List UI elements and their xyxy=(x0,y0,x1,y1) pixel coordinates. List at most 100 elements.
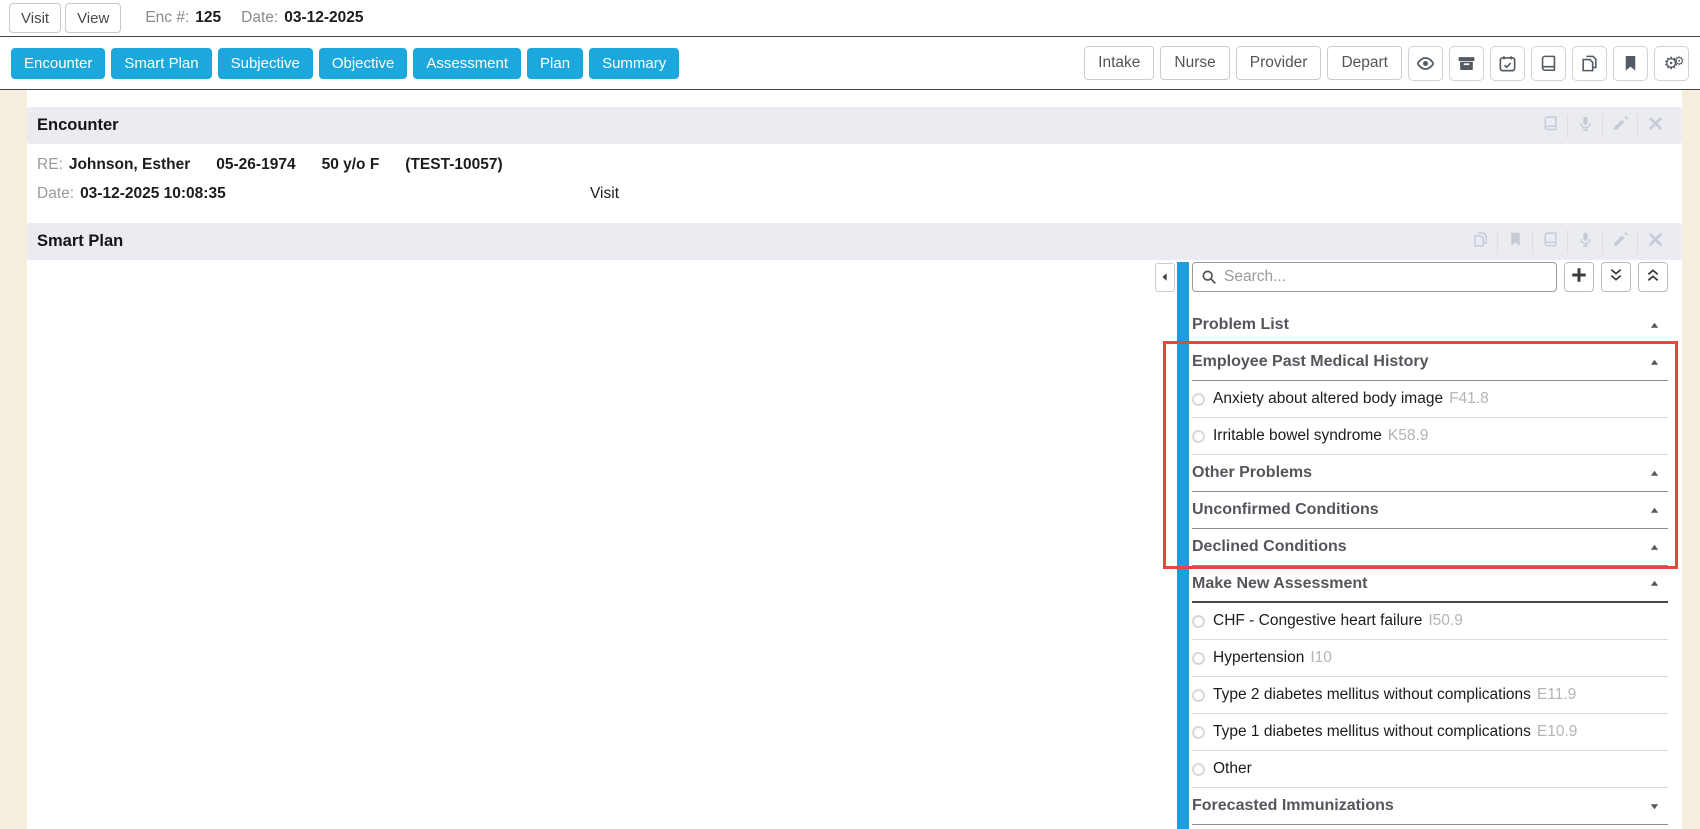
list-item-anxiety-about-altered-body-image[interactable]: Anxiety about altered body image F41.8 xyxy=(1192,381,1668,418)
depart-button[interactable]: Depart xyxy=(1327,46,1402,80)
book-icon xyxy=(1542,115,1559,137)
search-input[interactable] xyxy=(1192,262,1557,292)
item-label: Irritable bowel syndrome xyxy=(1213,427,1382,445)
section-header-employee-past-medical-history[interactable]: Employee Past Medical History xyxy=(1192,344,1668,381)
copy-icon xyxy=(1580,54,1599,73)
view-button[interactable]: View xyxy=(65,3,121,33)
copy-icon xyxy=(1472,231,1489,253)
tab-assessment[interactable]: Assessment xyxy=(413,48,521,79)
collapse-all-button[interactable] xyxy=(1638,262,1668,292)
gears-button[interactable]: ⚙⚙ xyxy=(1654,46,1689,81)
triangle-up-icon[interactable] xyxy=(1649,468,1660,479)
patient-id: (TEST-10057) xyxy=(405,156,502,174)
section-header-forecasted-immunizations[interactable]: Forecasted Immunizations xyxy=(1192,788,1668,825)
section-header-label: Declined Conditions xyxy=(1192,538,1347,556)
item-label: CHF - Congestive heart failure xyxy=(1213,612,1422,630)
triangle-up-icon[interactable] xyxy=(1649,542,1660,553)
radio-circle-icon[interactable] xyxy=(1192,393,1205,406)
pencil-button[interactable] xyxy=(1602,230,1637,254)
section-header-unconfirmed-conditions[interactable]: Unconfirmed Conditions xyxy=(1192,492,1668,529)
radio-circle-icon[interactable] xyxy=(1192,763,1205,776)
search-icon xyxy=(1201,269,1217,285)
radio-circle-icon[interactable] xyxy=(1192,430,1205,443)
nav-bar: EncounterSmart PlanSubjectiveObjectiveAs… xyxy=(0,37,1700,90)
triangle-up-icon[interactable] xyxy=(1649,320,1660,331)
section-header-label: Unconfirmed Conditions xyxy=(1192,501,1379,519)
triangle-up-icon[interactable] xyxy=(1649,505,1660,516)
search-field-wrap xyxy=(1192,262,1557,292)
patient-line-2: Date: 03-12-2025 10:08:35 Visit xyxy=(37,185,1682,203)
list-item-other[interactable]: Other xyxy=(1192,751,1668,788)
item-code: F41.8 xyxy=(1449,390,1489,408)
archive-button[interactable] xyxy=(1449,46,1484,81)
book-button[interactable] xyxy=(1533,114,1567,138)
tab-summary[interactable]: Summary xyxy=(589,48,679,79)
radio-circle-icon[interactable] xyxy=(1192,689,1205,702)
microphone-button[interactable] xyxy=(1567,114,1602,138)
eye-button[interactable] xyxy=(1408,46,1443,81)
close-button[interactable] xyxy=(1637,114,1672,138)
section-header-label: Make New Assessment xyxy=(1192,575,1368,593)
close-icon xyxy=(1647,231,1664,253)
plus-icon xyxy=(1570,266,1588,289)
nurse-button[interactable]: Nurse xyxy=(1160,46,1229,80)
section-header-make-new-assessment[interactable]: Make New Assessment xyxy=(1192,566,1668,603)
expand-all-button[interactable] xyxy=(1601,262,1631,292)
copy-button[interactable] xyxy=(1572,46,1607,81)
encounter-date: Date: 03-12-2025 xyxy=(241,9,363,27)
patient-age-sex: 50 y/o F xyxy=(322,156,380,174)
bookmark-button[interactable] xyxy=(1613,46,1648,81)
item-label: Hypertension xyxy=(1213,649,1304,667)
encounter-datetime: 03-12-2025 10:08:35 xyxy=(80,185,226,203)
tab-encounter[interactable]: Encounter xyxy=(11,48,105,79)
tab-plan[interactable]: Plan xyxy=(527,48,583,79)
top-bar: Visit View Enc #: 125 Date: 03-12-2025 xyxy=(0,0,1700,37)
bookmark-button[interactable] xyxy=(1497,230,1532,254)
microphone-button[interactable] xyxy=(1567,230,1602,254)
copy-button[interactable] xyxy=(1463,230,1497,254)
triangle-down-icon[interactable] xyxy=(1649,801,1660,812)
section-header-label: Employee Past Medical History xyxy=(1192,353,1429,371)
close-button[interactable] xyxy=(1637,230,1672,254)
list-item-irritable-bowel-syndrome[interactable]: Irritable bowel syndrome K58.9 xyxy=(1192,418,1668,455)
book-icon xyxy=(1539,54,1558,73)
intake-button[interactable]: Intake xyxy=(1084,46,1154,80)
book-button[interactable] xyxy=(1531,46,1566,81)
radio-circle-icon[interactable] xyxy=(1192,615,1205,628)
patient-dob: 05-26-1974 xyxy=(216,156,295,174)
pencil-button[interactable] xyxy=(1602,114,1637,138)
section-header-other-problems[interactable]: Other Problems xyxy=(1192,455,1668,492)
tab-smart-plan[interactable]: Smart Plan xyxy=(111,48,211,79)
item-label: Other xyxy=(1213,760,1252,778)
list-item-chf-congestive-heart-failure[interactable]: CHF - Congestive heart failure I50.9 xyxy=(1192,603,1668,640)
main-panel: Encounter RE: Johnson, Esther 05-26-1974… xyxy=(27,90,1682,829)
add-problem-button[interactable] xyxy=(1564,262,1594,292)
triangle-up-icon[interactable] xyxy=(1649,357,1660,368)
panel-collapse-button[interactable] xyxy=(1155,263,1175,292)
item-label: Type 1 diabetes mellitus without complic… xyxy=(1213,723,1531,741)
enc-date-value: 03-12-2025 xyxy=(284,9,363,27)
list-item-type-2-diabetes-mellitus-without-complications[interactable]: Type 2 diabetes mellitus without complic… xyxy=(1192,677,1668,714)
patient-line-1: RE: Johnson, Esther 05-26-1974 50 y/o F … xyxy=(37,156,1682,174)
visit-type-label: Visit xyxy=(590,185,619,203)
list-item-type-1-diabetes-mellitus-without-complications[interactable]: Type 1 diabetes mellitus without complic… xyxy=(1192,714,1668,751)
visit-button[interactable]: Visit xyxy=(9,3,61,33)
radio-circle-icon[interactable] xyxy=(1192,652,1205,665)
section-header-label: Problem List xyxy=(1192,316,1289,334)
item-label: Anxiety about altered body image xyxy=(1213,390,1443,408)
calendar-check-button[interactable] xyxy=(1490,46,1525,81)
section-header-problem-list[interactable]: Problem List xyxy=(1192,307,1668,344)
smart-plan-title: Smart Plan xyxy=(37,232,123,251)
item-label: Type 2 diabetes mellitus without complic… xyxy=(1213,686,1531,704)
radio-circle-icon[interactable] xyxy=(1192,726,1205,739)
section-header-declined-conditions[interactable]: Declined Conditions xyxy=(1192,529,1668,566)
tab-subjective[interactable]: Subjective xyxy=(218,48,313,79)
book-button[interactable] xyxy=(1532,230,1567,254)
list-item-hypertension[interactable]: Hypertension I10 xyxy=(1192,640,1668,677)
tab-objective[interactable]: Objective xyxy=(319,48,408,79)
enc-number-label: Enc #: xyxy=(145,9,189,27)
microphone-icon xyxy=(1577,231,1594,253)
provider-button[interactable]: Provider xyxy=(1236,46,1322,80)
triangle-up-icon[interactable] xyxy=(1649,578,1660,589)
double-chevron-down-icon xyxy=(1608,267,1624,288)
